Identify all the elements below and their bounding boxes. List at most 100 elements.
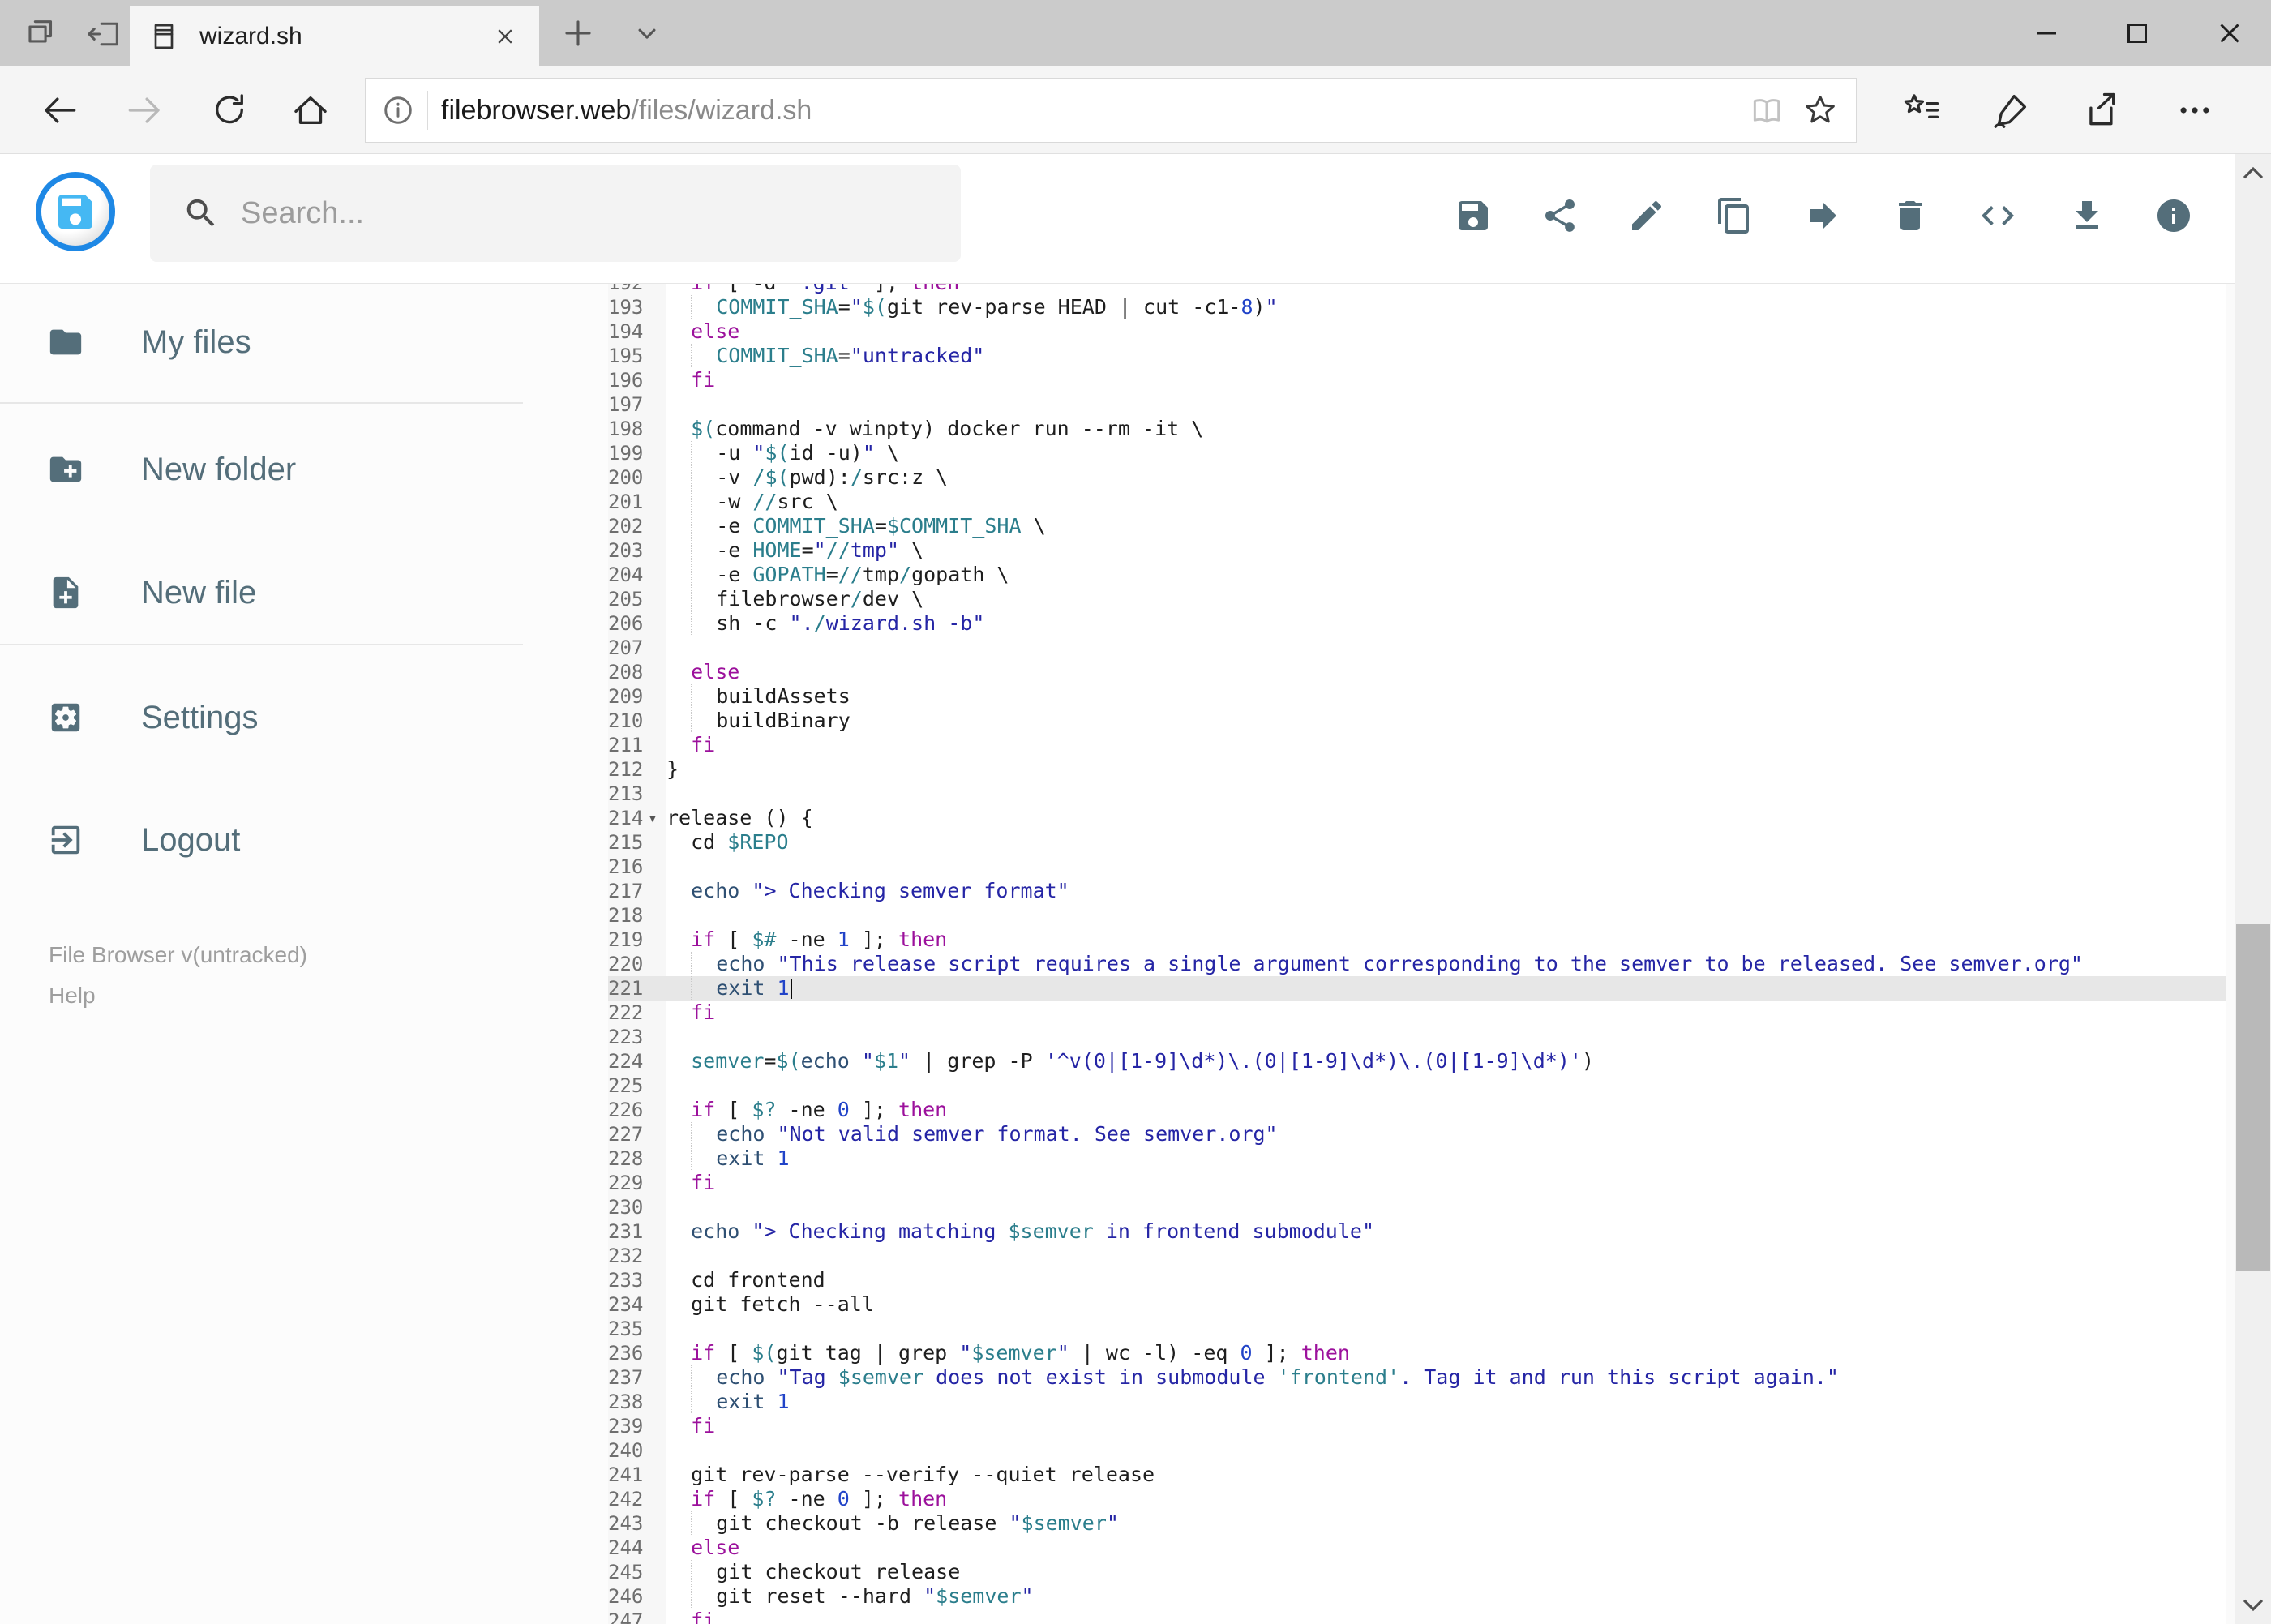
window-maximize-button[interactable] [2115,11,2160,55]
favorite-star-icon[interactable] [1802,92,1838,128]
code-line-text[interactable]: if [ $? -ne 0 ]; then [662,1487,947,1511]
code-line-text[interactable]: git rev-parse --verify --quiet release [662,1463,1155,1487]
code-line-text[interactable]: -v /$(pwd):/src:z \ [662,465,948,490]
code-line-text[interactable]: else [662,660,739,684]
code-line-text[interactable]: git checkout release [662,1560,960,1584]
code-line-text[interactable]: -e GOPATH=//tmp/gopath \ [662,563,1009,587]
sidebar-item-my-files[interactable]: My files [47,321,251,363]
scroll-up-icon[interactable] [2235,154,2271,191]
toolbar-save-button[interactable] [1454,196,1493,235]
new-tab-button[interactable] [559,15,597,52]
code-line-text[interactable]: echo "> Checking semver format" [662,879,1069,903]
code-line-text[interactable]: echo "Not valid semver format. See semve… [662,1122,1278,1146]
url-bar[interactable]: filebrowser.web/files/wizard.sh [365,78,1857,143]
toolbar-download-button[interactable] [2067,196,2106,235]
window-close-button[interactable] [2207,11,2252,55]
browser-tab[interactable]: wizard.sh [130,6,539,66]
code-line-text[interactable] [662,1195,666,1219]
code-line-text[interactable]: git checkout -b release "$semver" [662,1511,1119,1536]
filebrowser-logo[interactable] [36,172,115,251]
tab-list-chevron-icon[interactable] [628,15,666,52]
code-line-text[interactable]: buildAssets [662,684,851,709]
code-line-text[interactable]: if [ $(git tag | grep "$semver" | wc -l)… [662,1341,1350,1365]
code-line-text[interactable]: sh -c "./wizard.sh -b" [662,611,984,636]
code-line-text[interactable]: fi [662,1414,715,1438]
toolbar-share-button[interactable] [1540,196,1579,235]
code-line-text[interactable] [662,782,666,806]
share-page-icon[interactable] [2080,90,2120,131]
help-link[interactable]: Help [49,983,96,1009]
code-line-text[interactable]: cd $REPO [662,830,788,855]
toolbar-move-button[interactable] [1804,196,1843,235]
code-line-text[interactable] [662,392,666,417]
code-line-text[interactable] [662,1438,666,1463]
code-line-text[interactable]: release () { [662,806,813,830]
code-line-text[interactable]: else [662,1536,739,1560]
code-line-text[interactable]: cd frontend [662,1268,825,1292]
code-line-text[interactable]: } [662,757,679,782]
code-editor[interactable]: 192 if [ -d ".git" ]; then193 COMMIT_SHA… [608,284,2226,1624]
window-minimize-button[interactable] [2024,11,2069,55]
hub-favorites-icon[interactable] [1901,90,1942,131]
code-line-text[interactable]: fi [662,1171,715,1195]
code-line-text[interactable]: fi [662,733,715,757]
code-line-text[interactable]: exit 1 [662,1146,790,1171]
code-line-text[interactable] [662,636,666,660]
code-line-text[interactable]: git fetch --all [662,1292,874,1317]
code-line-text[interactable] [662,1025,666,1049]
sidebar-item-new-file[interactable]: New file [47,572,256,614]
code-line-text[interactable]: $(command -v winpty) docker run --rm -it… [662,417,1203,441]
home-button[interactable] [290,90,331,131]
scroll-down-icon[interactable] [2235,1587,2271,1624]
code-line-text[interactable]: -w //src \ [662,490,838,514]
code-line-text[interactable] [662,903,666,928]
code-line-text[interactable] [662,855,666,879]
sidebar-item-new-folder[interactable]: New folder [47,448,296,491]
code-line-text[interactable]: fi [662,1609,715,1624]
code-line-text[interactable]: COMMIT_SHA="untracked" [662,344,984,368]
toolbar-copy-button[interactable] [1715,196,1754,235]
scrollbar-thumb[interactable] [2236,924,2270,1271]
search-input[interactable] [241,195,906,231]
url-text[interactable]: filebrowser.web/files/wizard.sh [441,95,1749,126]
code-line-text[interactable]: echo "> Checking matching $semver in fro… [662,1219,1374,1244]
code-line-text[interactable]: else [662,319,739,344]
toolbar-edit-button[interactable] [1627,196,1666,235]
set-tabs-aside-icon[interactable] [86,15,123,53]
code-line-text[interactable]: echo "Tag $semver does not exist in subm… [662,1365,1839,1390]
fold-marker-icon[interactable]: ▼ [647,806,662,830]
refresh-button[interactable] [209,90,250,131]
code-line-text[interactable]: buildBinary [662,709,851,733]
code-line-text[interactable]: if [ $? -ne 0 ]; then [662,1098,947,1122]
code-line-text[interactable]: filebrowser/dev \ [662,587,923,611]
code-line-text[interactable] [662,1073,666,1098]
code-line-text[interactable]: semver=$(echo "$1" | grep -P '^v(0|[1-9]… [662,1049,1594,1073]
tab-preview-icon[interactable] [23,15,60,53]
tab-close-icon[interactable] [489,20,521,53]
code-line-text[interactable]: exit 1 [662,976,792,1001]
back-button[interactable] [41,90,81,131]
site-info-icon[interactable] [380,92,416,128]
sidebar-item-settings[interactable]: Settings [47,696,259,739]
toolbar-delete-button[interactable] [1891,196,1930,235]
code-line-text[interactable]: fi [662,1001,715,1025]
web-note-pen-icon[interactable] [1990,90,2031,131]
code-line-text[interactable]: if [ -d ".git" ]; then [662,284,959,295]
code-line-text[interactable] [662,1317,666,1341]
code-line-text[interactable]: echo "This release script requires a sin… [662,952,2083,976]
code-line-text[interactable]: -e COMMIT_SHA=$COMMIT_SHA \ [662,514,1046,538]
code-line-text[interactable]: exit 1 [662,1390,790,1414]
toolbar-info-button[interactable] [2154,196,2193,235]
code-line-text[interactable]: if [ $# -ne 1 ]; then [662,928,947,952]
toolbar-code-button[interactable] [1978,196,2017,235]
code-line-text[interactable]: git reset --hard "$semver" [662,1584,1034,1609]
page-scrollbar[interactable] [2235,154,2271,1624]
browser-menu-ellipsis-icon[interactable] [2175,90,2215,131]
sidebar-item-logout[interactable]: Logout [47,819,240,861]
forward-button[interactable] [123,90,164,131]
code-line-text[interactable] [662,1244,666,1268]
code-line-text[interactable]: -u "$(id -u)" \ [662,441,899,465]
search-bar[interactable] [150,165,961,262]
code-line-text[interactable]: -e HOME="//tmp" \ [662,538,923,563]
code-line-text[interactable]: COMMIT_SHA="$(git rev-parse HEAD | cut -… [662,295,1278,319]
